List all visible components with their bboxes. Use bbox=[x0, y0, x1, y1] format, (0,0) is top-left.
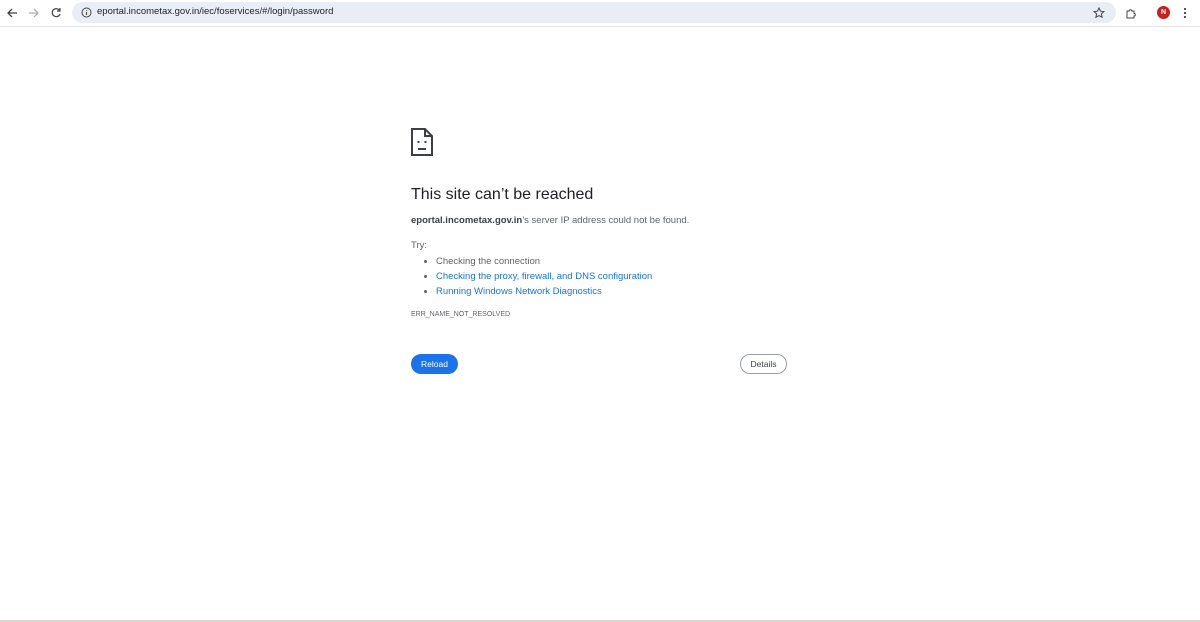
address-bar[interactable]: eportal.incometax.gov.in/iec/foservices/… bbox=[72, 2, 1116, 23]
error-host: eportal.incometax.gov.in bbox=[411, 215, 523, 226]
suggestion-network-diagnostics: Running Windows Network Diagnostics bbox=[436, 284, 652, 299]
reload-icon[interactable] bbox=[47, 4, 65, 22]
kebab-menu-icon[interactable] bbox=[1176, 4, 1194, 22]
error-description: eportal.incometax.gov.in’s server IP add… bbox=[411, 215, 689, 226]
extensions-puzzle-icon[interactable] bbox=[1122, 4, 1140, 22]
site-info-icon[interactable] bbox=[78, 4, 94, 20]
error-code: ERR_NAME_NOT_RESOLVED bbox=[411, 311, 511, 318]
suggestion-check-proxy: Checking the proxy, firewall, and DNS co… bbox=[436, 269, 652, 284]
sad-document-icon bbox=[411, 128, 433, 156]
error-message: ’s server IP address could not be found. bbox=[522, 215, 690, 226]
try-label: Try: bbox=[411, 240, 428, 251]
reload-button[interactable]: Reload bbox=[411, 354, 458, 374]
suggestion-check-connection: Checking the connection bbox=[436, 254, 652, 269]
back-arrow-icon[interactable] bbox=[3, 4, 21, 22]
suggestions-list: Checking the connection Checking the pro… bbox=[411, 254, 652, 299]
profile-avatar[interactable]: N bbox=[1157, 6, 1170, 19]
url-text[interactable]: eportal.incometax.gov.in/iec/foservices/… bbox=[97, 6, 333, 17]
check-proxy-link[interactable]: Checking the proxy, firewall, and DNS co… bbox=[436, 271, 652, 282]
forward-arrow-icon[interactable] bbox=[25, 4, 43, 22]
error-heading: This site can’t be reached bbox=[411, 186, 594, 203]
browser-toolbar: eportal.incometax.gov.in/iec/foservices/… bbox=[0, 0, 1200, 27]
star-bookmark-icon[interactable] bbox=[1090, 4, 1108, 22]
network-diagnostics-link[interactable]: Running Windows Network Diagnostics bbox=[436, 286, 602, 297]
details-button[interactable]: Details bbox=[740, 354, 787, 374]
